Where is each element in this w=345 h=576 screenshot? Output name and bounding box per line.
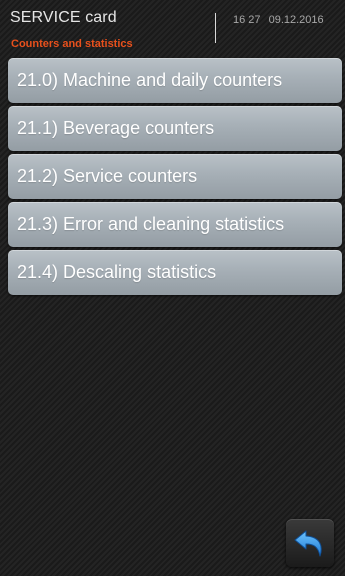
page-subtitle: Counters and statistics: [11, 38, 133, 50]
header-divider: [215, 13, 216, 43]
datetime: 16 27 09.12.2016: [233, 14, 324, 26]
back-button[interactable]: [286, 519, 334, 567]
menu-item-beverage-counters[interactable]: 21.1) Beverage counters: [8, 106, 342, 151]
menu-item-label: 21.0) Machine and daily counters: [17, 70, 283, 90]
page-title: SERVICE card: [10, 9, 117, 26]
menu-list: 21.0) Machine and daily counters 21.1) B…: [8, 58, 342, 298]
menu-item-descaling-statistics[interactable]: 21.4) Descaling statistics: [8, 250, 342, 295]
header: SERVICE card Counters and statistics 16 …: [0, 0, 345, 56]
menu-item-label: 21.4) Descaling statistics: [17, 262, 217, 282]
menu-item-label: 21.2) Service counters: [17, 166, 198, 186]
back-arrow-icon: [294, 530, 322, 557]
menu-item-service-counters[interactable]: 21.2) Service counters: [8, 154, 342, 199]
menu-item-error-cleaning-statistics[interactable]: 21.3) Error and cleaning statistics: [8, 202, 342, 247]
menu-item-label: 21.3) Error and cleaning statistics: [17, 214, 285, 234]
clock-time: 16 27: [233, 14, 261, 26]
menu-item-machine-daily-counters[interactable]: 21.0) Machine and daily counters: [8, 58, 342, 103]
menu-item-label: 21.1) Beverage counters: [17, 118, 215, 138]
clock-date: 09.12.2016: [268, 14, 324, 26]
